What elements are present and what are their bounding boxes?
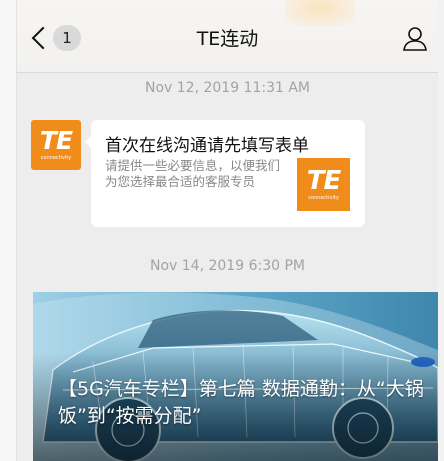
message-timestamp: Nov 12, 2019 11:31 AM xyxy=(144,80,311,96)
top-light-glow xyxy=(285,0,355,26)
article-card[interactable]: 【5G汽车专栏】第七篇 数据通勤：从“大锅饭”到“按需分配” xyxy=(33,292,438,461)
bubble-tail xyxy=(85,136,91,148)
right-frame-edge xyxy=(438,0,444,461)
thumbnail-logo-subtext: connectivity xyxy=(308,195,339,201)
card-thumbnail: TE connectivity xyxy=(297,158,350,211)
article-title: 【5G汽车专栏】第七篇 数据通勤：从“大锅饭”到“按需分配” xyxy=(58,378,424,427)
te-logo-subtext: connectivity xyxy=(40,155,72,161)
message-timestamp: Nov 14, 2019 6:30 PM xyxy=(150,258,305,274)
card-description: 请提供一些必要信息，以便我们为您选择最合适的客服专员 xyxy=(105,158,281,189)
left-frame-edge xyxy=(0,0,17,461)
thumbnail-logo-text: TE xyxy=(306,166,342,196)
profile-icon[interactable] xyxy=(402,26,428,52)
form-card-message[interactable]: 首次在线沟通请先填写表单 请提供一些必要信息，以便我们为您选择最合适的客服专员 … xyxy=(85,120,365,227)
card-title: 首次在线沟通请先填写表单 xyxy=(105,136,309,156)
sender-avatar[interactable]: TE connectivity xyxy=(31,120,81,170)
te-logo-text: TE xyxy=(39,126,73,155)
chat-navigation-bar: 1 TE连动 xyxy=(17,0,438,73)
chat-title: TE连动 xyxy=(196,28,259,50)
